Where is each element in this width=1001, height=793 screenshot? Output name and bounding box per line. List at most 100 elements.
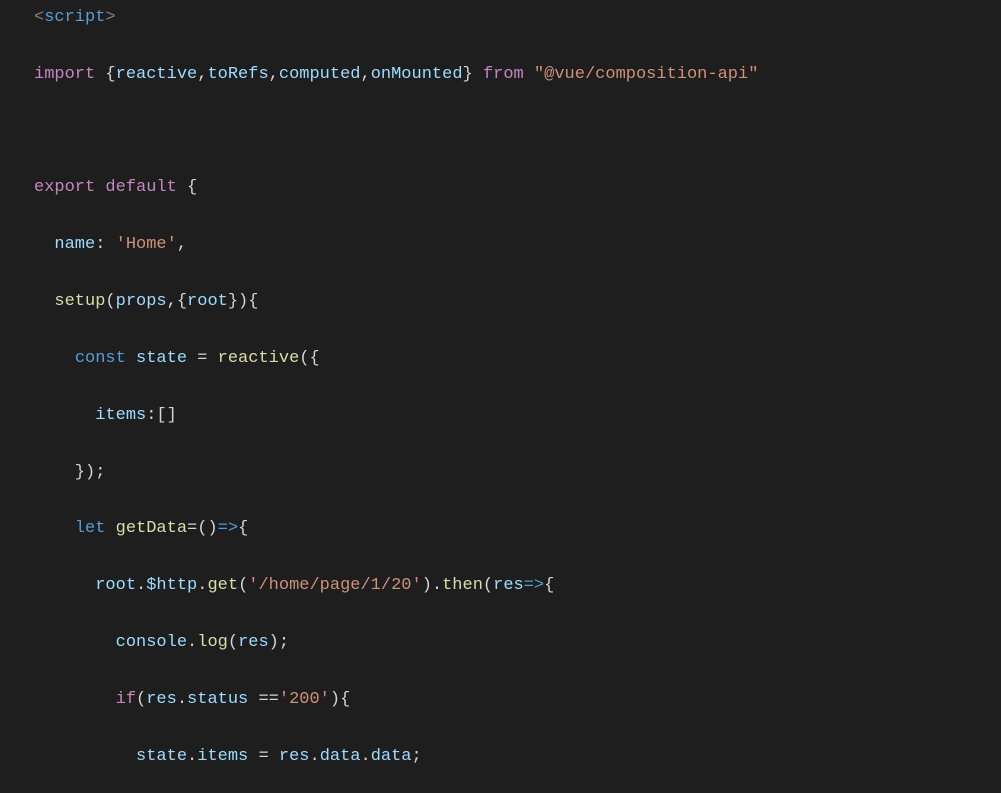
code-token: == (248, 690, 279, 709)
code-token: let (75, 519, 106, 538)
code-token: , (197, 65, 207, 84)
code-line[interactable]: }); (0, 459, 1001, 487)
code-token: res (146, 690, 177, 709)
code-token: ( (136, 690, 146, 709)
code-token: name (54, 235, 95, 254)
code-token: data (371, 747, 412, 766)
code-editor[interactable]: <script> import {reactive,toRefs,compute… (0, 0, 1001, 793)
code-token: getData (116, 519, 187, 538)
code-token: => (218, 519, 238, 538)
code-token: toRefs (207, 65, 268, 84)
code-line[interactable]: console.log(res); (0, 629, 1001, 657)
code-token (34, 292, 54, 311)
code-token: . (309, 747, 319, 766)
code-token: res (279, 747, 310, 766)
code-line[interactable]: items:[] (0, 402, 1001, 430)
code-token (105, 519, 115, 538)
code-token: ); (269, 633, 289, 652)
code-token: ( (228, 633, 238, 652)
code-token: script (44, 8, 105, 27)
code-line[interactable]: const state = reactive({ (0, 345, 1001, 373)
code-token (34, 349, 75, 368)
code-token: const (75, 349, 126, 368)
code-token: : (95, 235, 115, 254)
code-token: , (269, 65, 279, 84)
code-line[interactable]: state.items = res.data.data; (0, 743, 1001, 771)
code-token: onMounted (371, 65, 463, 84)
code-token: "@vue/composition-api" (534, 65, 758, 84)
code-token: ( (238, 576, 248, 595)
code-token: { (177, 178, 197, 197)
code-token: . (136, 576, 146, 595)
code-token: } (463, 65, 483, 84)
code-line[interactable]: import {reactive,toRefs,computed,onMount… (0, 61, 1001, 89)
code-token: ). (422, 576, 442, 595)
code-token: :[] (146, 406, 177, 425)
code-line[interactable]: setup(props,{root}){ (0, 288, 1001, 316)
code-token: . (197, 576, 207, 595)
code-token: root (187, 292, 228, 311)
code-token: . (187, 747, 197, 766)
code-line[interactable] (0, 118, 1001, 146)
code-token: state (136, 349, 187, 368)
code-token: reactive (218, 349, 300, 368)
code-token: 'Home' (116, 235, 177, 254)
code-token: data (320, 747, 361, 766)
code-line[interactable]: name: 'Home', (0, 231, 1001, 259)
code-token: export (34, 178, 95, 197)
code-token (34, 576, 95, 595)
code-token: }); (34, 463, 105, 482)
code-token: , (361, 65, 371, 84)
code-token: items (197, 747, 248, 766)
code-line[interactable]: let getData=()=>{ (0, 515, 1001, 543)
code-token: root (95, 576, 136, 595)
code-token: . (187, 633, 197, 652)
code-token (34, 633, 116, 652)
code-line[interactable]: <script> (0, 4, 1001, 32)
code-token: res (493, 576, 524, 595)
code-token: if (116, 690, 136, 709)
code-token: , (177, 235, 187, 254)
code-token: { (238, 519, 248, 538)
code-token (34, 747, 136, 766)
code-token: = (248, 747, 279, 766)
code-token: get (207, 576, 238, 595)
code-token: { (95, 65, 115, 84)
code-token: . (177, 690, 187, 709)
code-token: ; (412, 747, 422, 766)
code-token (524, 65, 534, 84)
code-token: from (483, 65, 524, 84)
code-token (34, 235, 54, 254)
code-token: ( (105, 292, 115, 311)
code-line[interactable]: if(res.status =='200'){ (0, 686, 1001, 714)
code-token: '/home/page/1/20' (248, 576, 421, 595)
code-token: setup (54, 292, 105, 311)
code-token (34, 690, 116, 709)
code-token: = (187, 349, 218, 368)
code-token: default (105, 178, 176, 197)
code-token: props (116, 292, 167, 311)
code-token: . (361, 747, 371, 766)
code-token: ){ (330, 690, 350, 709)
code-token: console (116, 633, 187, 652)
code-token (34, 519, 75, 538)
code-token: then (442, 576, 483, 595)
code-token: => (524, 576, 544, 595)
code-token: > (105, 8, 115, 27)
code-token: { (544, 576, 554, 595)
code-token: res (238, 633, 269, 652)
code-line[interactable]: export default { (0, 174, 1001, 202)
code-token: < (34, 8, 44, 27)
code-token: computed (279, 65, 361, 84)
code-token: }){ (228, 292, 259, 311)
code-token (34, 406, 95, 425)
code-token: ( (483, 576, 493, 595)
code-token: import (34, 65, 95, 84)
code-token: ,{ (167, 292, 187, 311)
code-token (95, 178, 105, 197)
code-token (126, 349, 136, 368)
code-token: =() (187, 519, 218, 538)
code-line[interactable]: root.$http.get('/home/page/1/20').then(r… (0, 572, 1001, 600)
code-token: $http (146, 576, 197, 595)
code-token: state (136, 747, 187, 766)
